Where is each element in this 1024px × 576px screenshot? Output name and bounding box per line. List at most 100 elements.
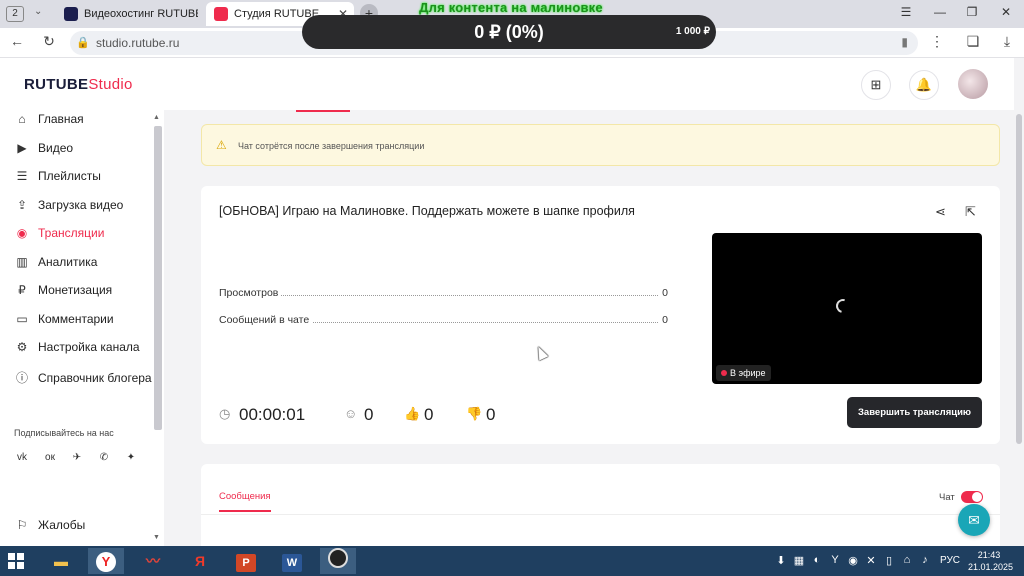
rutube-studio-logo[interactable]: RUTUBEStudio: [24, 76, 133, 93]
chat-toggle-label: Чат: [939, 492, 955, 503]
chat-toggle[interactable]: [961, 491, 983, 503]
ruble-icon: ₽: [18, 283, 26, 297]
sidebar-item-label: Главная: [38, 112, 84, 126]
sidebar-item-upload[interactable]: ⇪ Загрузка видео: [14, 198, 123, 218]
overlay-title: Для контента на малиновке: [419, 0, 603, 15]
gear-icon: ⚙: [16, 340, 28, 354]
viber-icon[interactable]: ✆: [94, 448, 114, 468]
obs-icon[interactable]: [320, 548, 356, 574]
sidebar-item-label: Настройка канала: [38, 340, 140, 354]
clock-icon: ◷: [219, 406, 231, 421]
collections-icon[interactable]: ❏: [964, 33, 982, 50]
tray-icon[interactable]: Y: [828, 554, 842, 566]
windows-start-icon[interactable]: [8, 553, 24, 569]
dislikes-value: 0: [486, 405, 496, 424]
menu-icon[interactable]: ☰: [896, 5, 916, 19]
network-icon[interactable]: ⌂: [900, 554, 914, 566]
window-close-button[interactable]: ✕: [996, 5, 1016, 19]
file-explorer-icon[interactable]: ▬: [43, 548, 79, 574]
back-icon[interactable]: ←: [8, 33, 26, 49]
sidebar-item-playlists[interactable]: ☰ Плейлисты: [14, 169, 101, 189]
help-chat-button[interactable]: ✉: [958, 504, 990, 536]
sidebar-item-label: Загрузка видео: [38, 198, 124, 212]
bookmark-icon[interactable]: ▮: [901, 35, 908, 49]
minimize-button[interactable]: —: [930, 5, 950, 19]
vk-icon[interactable]: vk: [12, 448, 32, 468]
external-link-icon[interactable]: ⇱: [965, 204, 976, 220]
system-clock[interactable]: 21:43 21.01.2025: [968, 549, 1014, 573]
flag-icon: ⚐: [16, 518, 28, 532]
sidebar-item-label: Аналитика: [38, 255, 98, 269]
notifications-button[interactable]: 🔔: [909, 70, 939, 100]
donation-goal: 1 000 ₽: [675, 26, 710, 37]
page-scrollbar[interactable]: [1014, 58, 1024, 546]
sidebar-scroll-thumb[interactable]: [154, 126, 162, 430]
tab-count-badge[interactable]: 2: [6, 6, 24, 22]
sidebar-item-analytics[interactable]: ▥ Аналитика: [14, 255, 97, 275]
chat-card: Сообщения Чат: [201, 464, 1000, 546]
end-broadcast-button[interactable]: Завершить трансляцию: [847, 397, 982, 428]
stream-dislikes: 👎 0: [466, 405, 495, 427]
powerpoint-icon[interactable]: P: [228, 548, 264, 574]
windows-taskbar: ▬ Y 〰 Я P W ⬇ ▦ ◐ Y ◉ ✕ ▯ ⌂ ♪ РУС 21:43 …: [0, 546, 1024, 576]
tray-icon[interactable]: ⬇: [774, 554, 788, 567]
stat-label: Сообщений в чате: [219, 314, 313, 326]
sidebar-item-channel-settings[interactable]: ⚙ Настройка канала: [14, 340, 140, 360]
telegram-icon[interactable]: ✈: [67, 448, 87, 468]
yandex-app-icon[interactable]: Я: [182, 548, 218, 574]
sidebar-item-label: Монетизация: [38, 283, 113, 297]
scroll-up-arrow-icon[interactable]: ▲: [153, 114, 160, 121]
sidebar-item-blogger-guide[interactable]: ⓘ Справочник блогера: [14, 369, 152, 389]
tray-icon[interactable]: ✕: [864, 554, 878, 567]
stream-preview-player[interactable]: В эфире: [712, 233, 982, 384]
page-scroll-thumb[interactable]: [1016, 114, 1022, 444]
share-icon[interactable]: ⋖: [935, 204, 946, 220]
sidebar-scrollbar[interactable]: ▲ ▼: [152, 114, 162, 542]
analytics-icon: ▥: [16, 255, 28, 269]
clock-date: 21.01.2025: [968, 562, 1014, 572]
stream-title: [ОБНОВА] Играю на Малиновке. Поддержать …: [219, 204, 635, 218]
add-content-button[interactable]: ⊞: [861, 70, 891, 100]
word-icon[interactable]: W: [274, 548, 310, 574]
sidebar-item-complaints[interactable]: ⚐ Жалобы: [14, 518, 86, 532]
stream-viewers: ☺ 0: [344, 405, 373, 427]
duration-value: 00:00:01: [239, 405, 306, 424]
scroll-down-arrow-icon[interactable]: ▼: [153, 534, 160, 541]
tray-icon[interactable]: ◐: [810, 554, 824, 566]
warning-text: Чат сотрётся после завершения трансляции: [238, 141, 425, 151]
lock-icon: 🔒: [76, 37, 90, 49]
tab-messages[interactable]: Сообщения: [219, 491, 271, 512]
sidebar-item-label: Видео: [38, 141, 74, 155]
dzen-icon[interactable]: ✦: [121, 448, 141, 468]
tray-icon[interactable]: ▦: [792, 554, 806, 567]
tray-icon[interactable]: ◉: [846, 554, 860, 567]
volume-icon[interactable]: ♪: [918, 554, 932, 566]
active-tab-indicator: [296, 110, 350, 112]
upload-icon: ⇪: [16, 198, 28, 212]
download-icon[interactable]: ⤓: [998, 33, 1016, 50]
yandex-browser-icon[interactable]: Y: [88, 548, 124, 574]
sidebar-item-monetization[interactable]: ₽ Монетизация: [14, 283, 112, 303]
viewer-icon: ☺: [344, 406, 358, 421]
sidebar-item-broadcasts[interactable]: ◉ Трансляции: [14, 226, 105, 246]
odnoklassniki-icon[interactable]: ок: [40, 448, 60, 468]
more-icon[interactable]: ⋮: [928, 33, 946, 50]
sidebar-item-video[interactable]: ▶ Видео: [14, 141, 73, 161]
browser-tab-rutube[interactable]: Видеохостинг RUTUBE. С: [56, 2, 198, 26]
stream-likes: 👍 0: [404, 405, 433, 427]
language-indicator[interactable]: РУС: [940, 555, 960, 566]
reload-icon[interactable]: ↻: [40, 33, 58, 50]
main-content: ⚠ Чат сотрётся после завершения трансляц…: [164, 110, 1024, 546]
sidebar-item-comments[interactable]: ▭ Комментарии: [14, 312, 113, 332]
sidebar-item-home[interactable]: ⌂ Главная: [14, 112, 84, 132]
stream-duration: ◷ 00:00:01: [219, 405, 305, 427]
sidebar-item-label: Справочник блогера: [38, 371, 152, 385]
video-icon: ▶: [17, 141, 27, 155]
chevron-down-icon[interactable]: ⌄: [34, 6, 42, 17]
signature-app-icon[interactable]: 〰: [135, 548, 171, 574]
chat-warning-banner: ⚠ Чат сотрётся после завершения трансляц…: [201, 124, 1000, 166]
avatar[interactable]: [958, 69, 988, 99]
comments-icon: ▭: [16, 312, 28, 326]
restore-button[interactable]: ❐: [962, 5, 982, 19]
battery-icon[interactable]: ▯: [882, 554, 896, 567]
